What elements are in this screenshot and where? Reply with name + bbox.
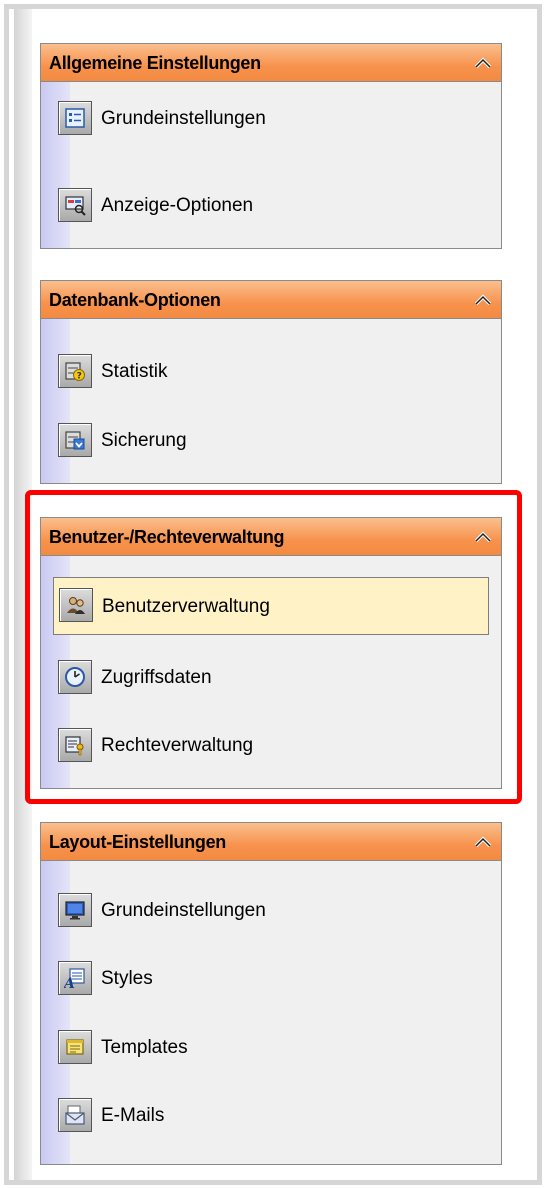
nav-item-label: Zugriffsdaten xyxy=(101,667,212,688)
panel-header[interactable]: Benutzer-/Rechteverwaltung xyxy=(41,518,501,556)
nav-item-label: Grundeinstellungen xyxy=(101,108,266,129)
nav-item-layout-grundeinstellungen[interactable]: Grundeinstellungen xyxy=(53,889,489,933)
nav-item-grundeinstellungen[interactable]: Grundeinstellungen xyxy=(53,97,489,141)
nav-item-label: Sicherung xyxy=(101,430,187,451)
database-question-icon: ? xyxy=(58,354,92,388)
display-magnifier-icon xyxy=(58,188,92,222)
email-icon xyxy=(58,1098,92,1132)
rights-key-icon xyxy=(58,728,92,762)
nav-item-label: Statistik xyxy=(101,361,168,382)
svg-text:?: ? xyxy=(77,372,82,382)
nav-item-label: E-Mails xyxy=(101,1105,165,1126)
collapse-chevron-icon[interactable] xyxy=(471,526,495,548)
sidebar-rail xyxy=(14,9,32,1180)
panel-benutzer-rechteverwaltung: Benutzer-/Rechteverwaltung Benutzerverwa… xyxy=(40,517,502,789)
panel-title: Layout-Einstellungen xyxy=(49,832,227,852)
panel-allgemeine-einstellungen: Allgemeine Einstellungen Grundeinstellun… xyxy=(40,43,502,249)
collapse-chevron-icon[interactable] xyxy=(471,52,495,74)
panel-header[interactable]: Datenbank-Optionen xyxy=(41,281,501,319)
nav-item-e-mails[interactable]: E-Mails xyxy=(53,1094,489,1138)
monitor-icon xyxy=(58,893,92,927)
nav-item-rechteverwaltung[interactable]: Rechteverwaltung xyxy=(53,724,489,768)
clock-icon xyxy=(58,660,92,694)
database-download-icon xyxy=(58,423,92,457)
nav-item-label: Styles xyxy=(101,968,153,989)
panel-header[interactable]: Allgemeine Einstellungen xyxy=(41,44,501,82)
nav-item-label: Benutzerverwaltung xyxy=(102,596,270,617)
text-style-icon: A xyxy=(58,961,92,995)
nav-item-statistik[interactable]: ? Statistik xyxy=(53,350,489,394)
panel-title: Datenbank-Optionen xyxy=(49,290,221,310)
nav-item-styles[interactable]: A Styles xyxy=(53,957,489,1001)
nav-item-label: Templates xyxy=(101,1037,188,1058)
nav-item-zugriffsdaten[interactable]: Zugriffsdaten xyxy=(53,656,489,700)
collapse-chevron-icon[interactable] xyxy=(471,831,495,853)
panel-header[interactable]: Layout-Einstellungen xyxy=(41,823,501,861)
nav-item-label: Grundeinstellungen xyxy=(101,900,266,921)
settings-list-icon xyxy=(58,101,92,135)
nav-item-benutzerverwaltung[interactable]: Benutzerverwaltung xyxy=(53,577,489,635)
panel-title: Allgemeine Einstellungen xyxy=(49,53,261,73)
panel-title: Benutzer-/Rechteverwaltung xyxy=(49,527,285,547)
panel-layout-einstellungen: Layout-Einstellungen Grundeinstellungen … xyxy=(40,822,502,1165)
nav-item-label: Anzeige-Optionen xyxy=(101,195,254,216)
collapse-chevron-icon[interactable] xyxy=(471,289,495,311)
panel-datenbank-optionen: Datenbank-Optionen ? Statistik Sicherung xyxy=(40,280,502,484)
nav-item-sicherung[interactable]: Sicherung xyxy=(53,419,489,463)
nav-item-anzeige-optionen[interactable]: Anzeige-Optionen xyxy=(53,184,489,228)
users-icon xyxy=(59,588,93,622)
nav-item-label: Rechteverwaltung xyxy=(101,735,254,756)
svg-text:A: A xyxy=(64,976,75,989)
template-icon xyxy=(58,1030,92,1064)
nav-item-templates[interactable]: Templates xyxy=(53,1026,489,1070)
